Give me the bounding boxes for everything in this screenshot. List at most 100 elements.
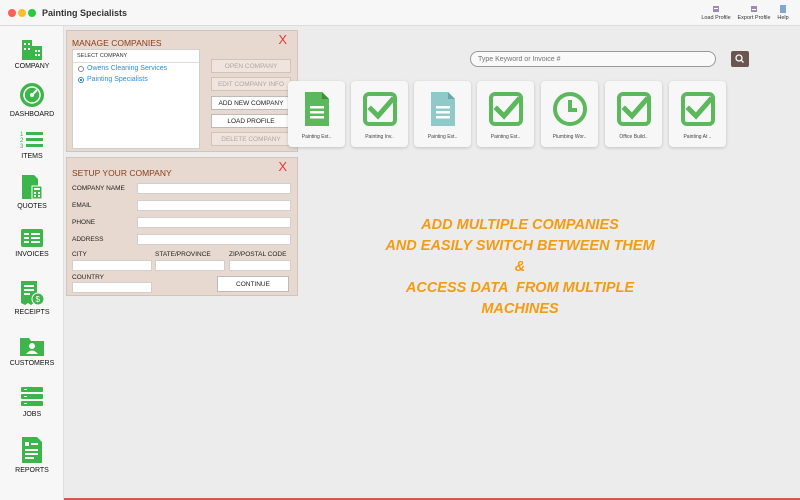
jobs-stack-icon: [21, 387, 43, 406]
sidebar-item-label: ITEMS: [21, 153, 43, 160]
radio-button-selected[interactable]: [78, 76, 84, 83]
promo-line: AND EASILY SWITCH BETWEEN THEM: [385, 238, 655, 254]
company-option-owens[interactable]: Owens Cleaning Services: [73, 63, 199, 74]
promo-text: ADD MULTIPLE COMPANIES AND EASILY SWITCH…: [370, 215, 670, 320]
sidebar-item-reports[interactable]: REPORTS: [0, 436, 64, 474]
help-button[interactable]: Help: [775, 5, 791, 23]
tile-label: Painting Inv..: [365, 134, 394, 140]
address-label: ADDRESS: [72, 236, 104, 243]
sidebar-item-items[interactable]: 1 2 3 ITEMS: [0, 130, 64, 160]
promo-line: MACHINES: [481, 301, 559, 317]
tile-label: Painting Est..: [427, 134, 458, 140]
search-icon: [735, 54, 744, 63]
tile-painting-estimate-2[interactable]: Painting Est..: [414, 81, 471, 147]
minimize-window-button[interactable]: [18, 9, 26, 17]
tile-painting-invoice[interactable]: Painting Inv..: [351, 81, 408, 147]
customer-folder-icon: [20, 338, 44, 356]
export-profile-icon: [751, 6, 757, 12]
tile-plumbing-work[interactable]: Plumbing Wor..: [541, 81, 598, 147]
tile-office-building[interactable]: Office Build..: [605, 81, 662, 147]
continue-button[interactable]: CONTINUE: [217, 276, 289, 292]
close-icon[interactable]: X: [278, 32, 287, 47]
sidebar-item-jobs[interactable]: JOBS: [0, 386, 64, 418]
tile-painting-at[interactable]: Painting At ..: [669, 81, 726, 147]
checkmark-icon: [488, 92, 523, 126]
company-list-header: SELECT COMPANY: [73, 50, 199, 63]
tile-painting-estimate-3[interactable]: Painting Est..: [477, 81, 534, 147]
invoice-icon: [21, 229, 43, 247]
sidebar-item-company[interactable]: COMPANY: [0, 38, 64, 70]
load-profile-button[interactable]: Load Profile: [700, 5, 732, 23]
gauge-icon: [20, 83, 44, 107]
zoom-window-button[interactable]: [28, 9, 36, 17]
help-label: Help: [777, 15, 789, 21]
tile-label: Office Build..: [619, 134, 648, 140]
company-option-painting[interactable]: Painting Specialists: [73, 74, 199, 85]
close-window-button[interactable]: [8, 9, 16, 17]
tile-painting-estimate-1[interactable]: Painting Est..: [288, 81, 345, 147]
manage-companies-title: MANAGE COMPANIES: [72, 38, 162, 48]
sidebar: COMPANY DASHBOARD 1 2 3 ITEMS QUOTES INV…: [0, 26, 64, 500]
window-title: Painting Specialists: [42, 8, 128, 18]
state-input[interactable]: [155, 260, 225, 271]
document-icon: [430, 92, 455, 126]
building-icon: [22, 40, 42, 60]
sidebar-item-label: REPORTS: [15, 467, 49, 474]
radio-button[interactable]: [78, 65, 84, 72]
company-option-label: Painting Specialists: [87, 76, 148, 83]
country-label: COUNTRY: [72, 274, 105, 281]
close-icon[interactable]: X: [278, 159, 287, 174]
numbered-list-icon: 1 2 3: [20, 132, 43, 150]
tile-label: Painting Est..: [490, 134, 521, 140]
manage-companies-panel: MANAGE COMPANIES X SELECT COMPANY Owens …: [66, 30, 298, 152]
load-profile-icon: [713, 6, 719, 12]
sidebar-item-label: CUSTOMERS: [9, 360, 55, 367]
phone-label: PHONE: [72, 219, 96, 226]
sidebar-item-receipts[interactable]: $ RECEIPTS: [0, 280, 64, 316]
document-icon: [304, 92, 329, 126]
report-document-icon: [22, 437, 42, 463]
sidebar-item-quotes[interactable]: QUOTES: [0, 174, 64, 210]
sidebar-item-dashboard[interactable]: DASHBOARD: [0, 82, 64, 118]
sidebar-item-label: DASHBOARD: [9, 111, 55, 118]
export-profile-button[interactable]: Export Profile: [736, 5, 772, 23]
promo-line: ADD MULTIPLE COMPANIES: [421, 217, 619, 233]
city-label: CITY: [72, 251, 87, 258]
checkmark-icon: [616, 92, 651, 126]
address-input[interactable]: [137, 234, 291, 245]
svg-text:$: $: [36, 295, 41, 304]
email-label: EMAIL: [72, 202, 92, 209]
tile-label: Painting At ..: [683, 134, 712, 140]
company-option-label: Owens Cleaning Services: [87, 65, 168, 72]
checkmark-icon: [680, 92, 715, 126]
edit-company-info-button[interactable]: EDIT COMPANY INFO: [211, 77, 291, 91]
setup-company-panel: SETUP YOUR COMPANY X COMPANY NAME EMAIL …: [66, 157, 298, 296]
setup-company-title: SETUP YOUR COMPANY: [72, 168, 172, 178]
city-input[interactable]: [72, 260, 152, 271]
load-profile-panel-button[interactable]: LOAD PROFILE: [211, 114, 291, 128]
email-input[interactable]: [137, 200, 291, 211]
svg-text:3: 3: [20, 144, 24, 150]
zip-input[interactable]: [229, 260, 291, 271]
sidebar-item-label: COMPANY: [14, 63, 50, 70]
help-icon: [780, 5, 786, 13]
search-input[interactable]: [470, 51, 716, 67]
company-name-input[interactable]: [137, 183, 291, 194]
promo-line: ACCESS DATA FROM MULTIPLE: [405, 280, 635, 296]
sidebar-item-invoices[interactable]: INVOICES: [0, 228, 64, 258]
search-button[interactable]: [731, 51, 749, 67]
tile-label: Painting Est..: [301, 134, 332, 140]
checkmark-icon: [362, 92, 397, 126]
load-profile-label: Load Profile: [701, 15, 731, 21]
sidebar-item-label: JOBS: [22, 411, 42, 418]
country-input[interactable]: [72, 282, 152, 293]
open-company-button[interactable]: OPEN COMPANY: [211, 59, 291, 73]
sidebar-item-label: INVOICES: [15, 251, 49, 258]
zip-label: ZIP/POSTAL CODE: [229, 251, 287, 258]
delete-company-button[interactable]: DELETE COMPANY: [211, 132, 291, 146]
sidebar-item-customers[interactable]: CUSTOMERS: [0, 335, 64, 367]
tile-label: Plumbing Wor..: [552, 134, 587, 140]
add-new-company-button[interactable]: ADD NEW COMPANY: [211, 96, 291, 110]
promo-line: &: [514, 259, 526, 275]
phone-input[interactable]: [137, 217, 291, 228]
